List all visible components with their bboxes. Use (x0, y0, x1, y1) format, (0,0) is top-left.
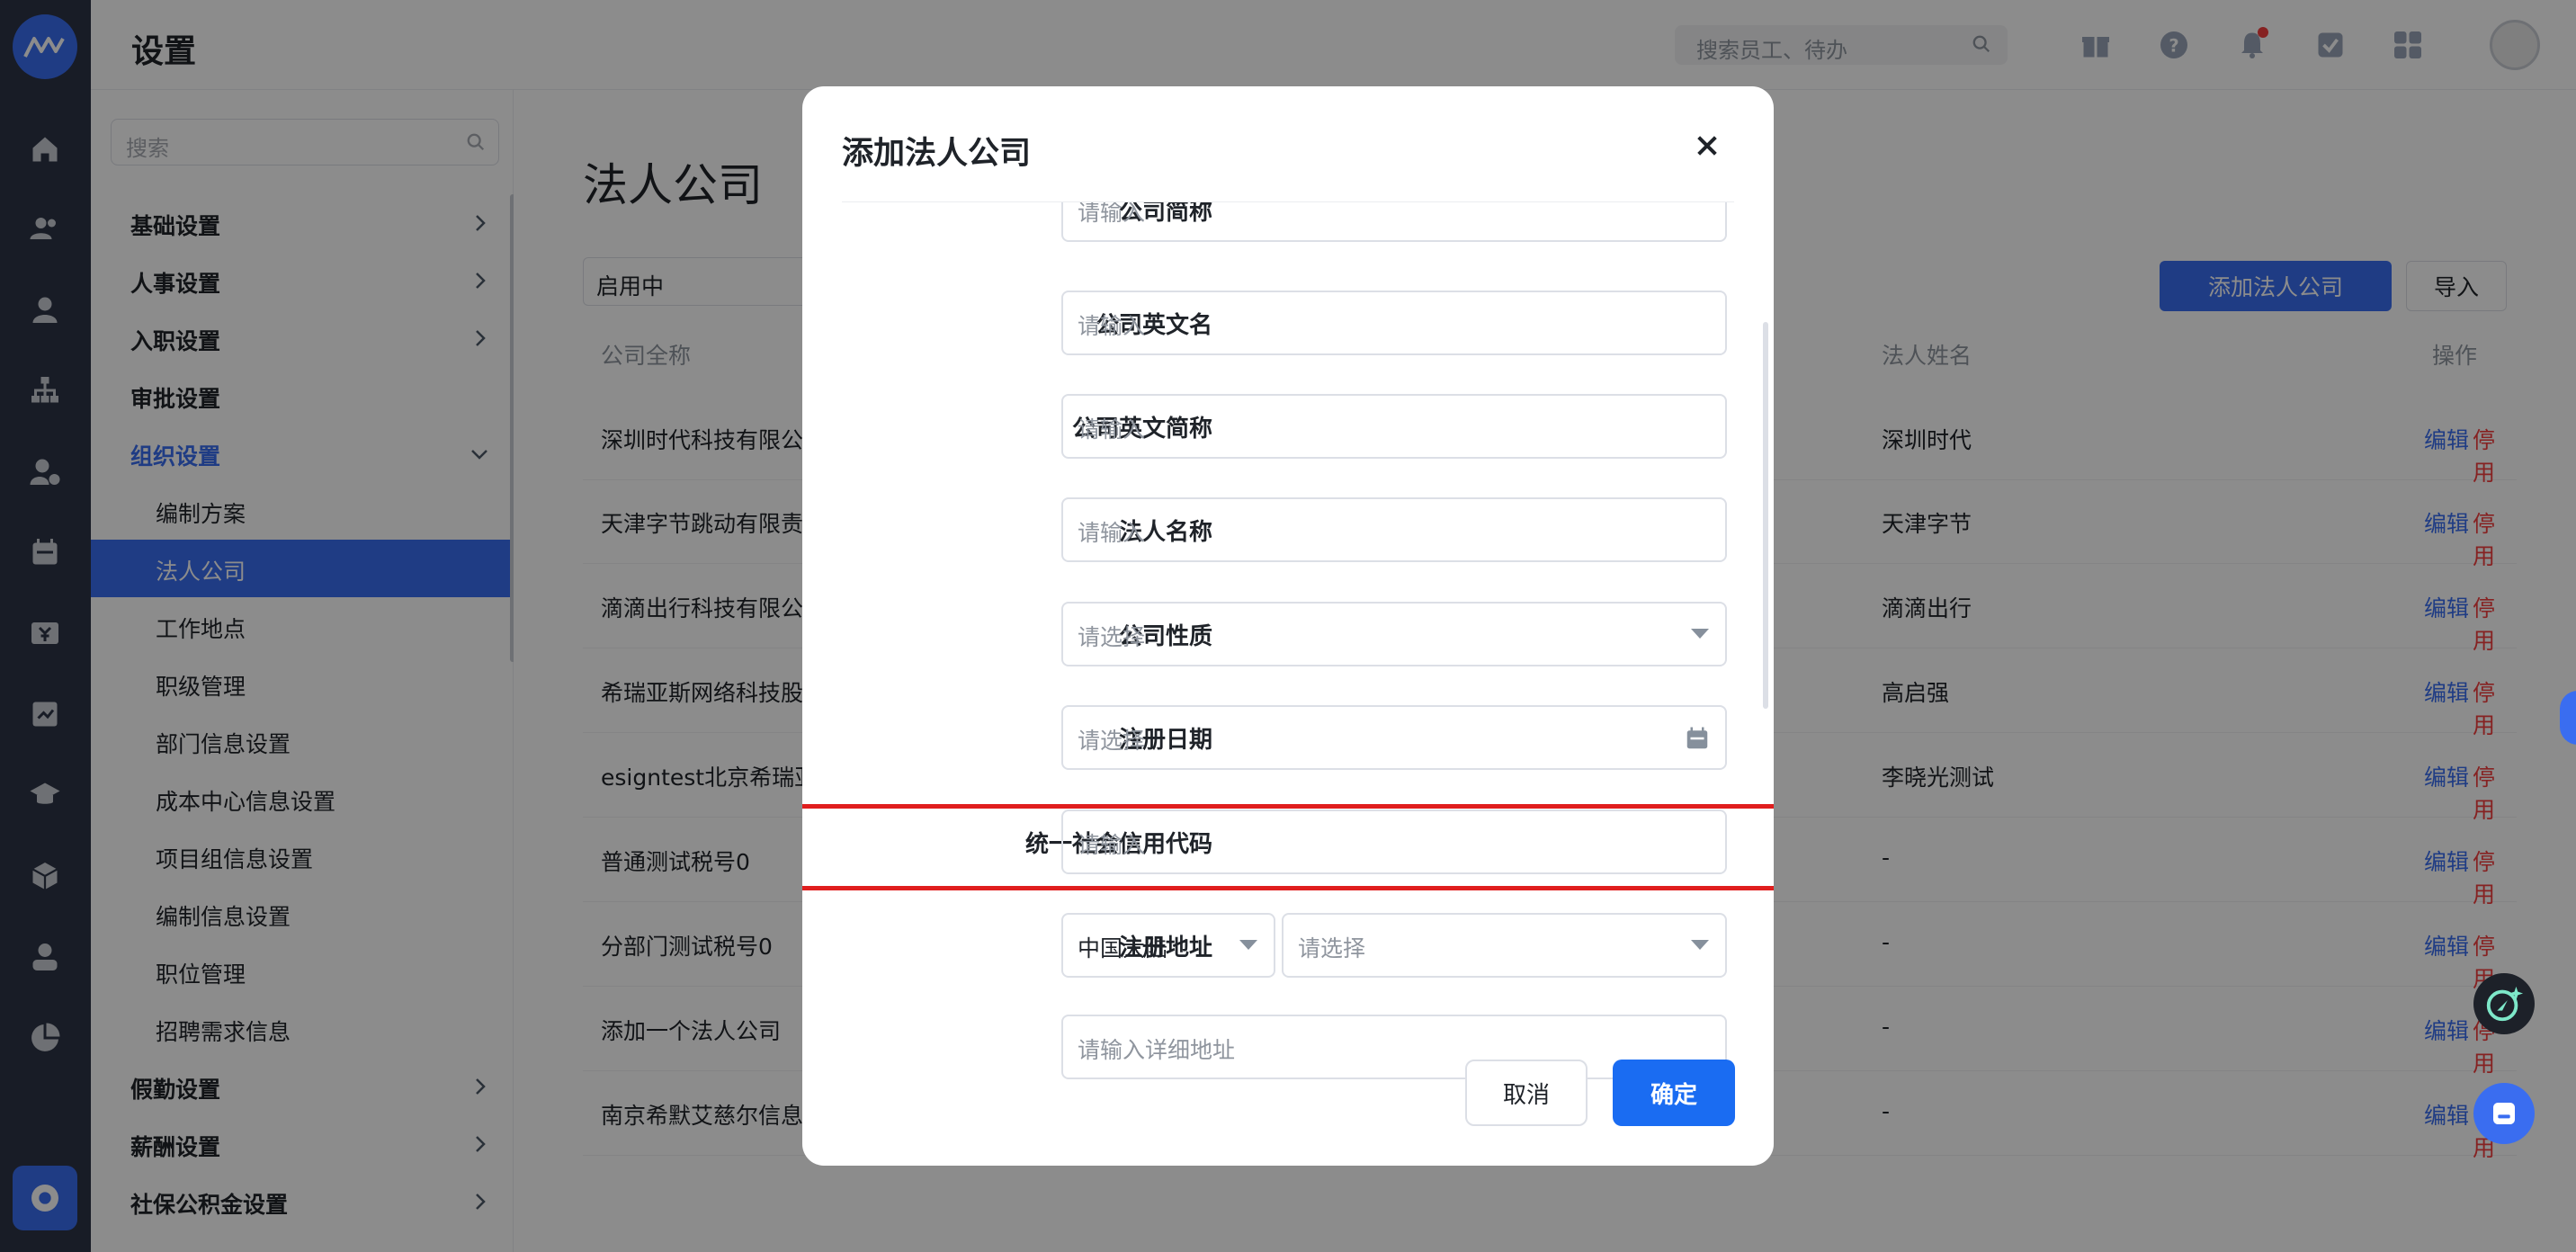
form-row-register-date: 注册日期 请选择 (802, 705, 1774, 770)
calendar-icon (1686, 727, 1708, 749)
form-row-english-short-name: 公司英文简称 请输入 (802, 394, 1774, 459)
ai-assistant-button[interactable] (2473, 973, 2535, 1034)
cancel-button[interactable]: 取消 (1465, 1060, 1588, 1126)
form-row-company-type: 公司性质 请选择 (802, 602, 1774, 666)
confirm-button[interactable]: 确定 (1613, 1060, 1735, 1126)
dialog-title: 添加法人公司 (842, 136, 1032, 172)
legal-person-input[interactable]: 请输入 (1061, 497, 1727, 562)
dialog-form: 公司简称 请输入 公司英文名 请输入 公司英文简称 请输入 法人名称 请输入 公… (802, 202, 1774, 1111)
ai-sparkle-icon (2486, 986, 2524, 1022)
dialog-scrollbar[interactable] (1763, 322, 1768, 709)
english-name-input[interactable]: 请输入 (1061, 291, 1727, 355)
form-row-short-name: 公司简称 请输入 (802, 202, 1774, 242)
city-select[interactable]: 请选择 (1282, 913, 1727, 978)
form-row-credit-code: 统一社会信用代码 请输入 (802, 804, 1774, 890)
dropdown-arrow-icon (1239, 940, 1257, 950)
dropdown-arrow-icon (1691, 940, 1709, 950)
dropdown-arrow-icon (1691, 629, 1709, 639)
company-type-select[interactable]: 请选择 (1061, 602, 1727, 666)
credit-code-input[interactable]: 请输入 (1061, 809, 1727, 874)
english-short-name-input[interactable]: 请输入 (1061, 394, 1727, 459)
form-row-legal-person: 法人名称 请输入 (802, 497, 1774, 562)
chat-support-button[interactable] (2473, 1083, 2535, 1144)
add-legal-entity-dialog: 添加法人公司 公司简称 请输入 公司英文名 请输入 公司英文简称 请输入 法人名… (802, 86, 1774, 1166)
short-name-input[interactable]: 请输入 (1061, 202, 1727, 242)
side-drawer-handle[interactable] (2560, 691, 2576, 745)
chat-icon (2493, 1103, 2515, 1124)
form-row-english-name: 公司英文名 请输入 (802, 291, 1774, 355)
close-icon[interactable] (1693, 131, 1722, 160)
form-row-register-address: 注册地址 中国大陆 请选择 (802, 913, 1774, 978)
region-select[interactable]: 中国大陆 (1061, 913, 1275, 978)
register-date-picker[interactable]: 请选择 (1061, 705, 1727, 770)
